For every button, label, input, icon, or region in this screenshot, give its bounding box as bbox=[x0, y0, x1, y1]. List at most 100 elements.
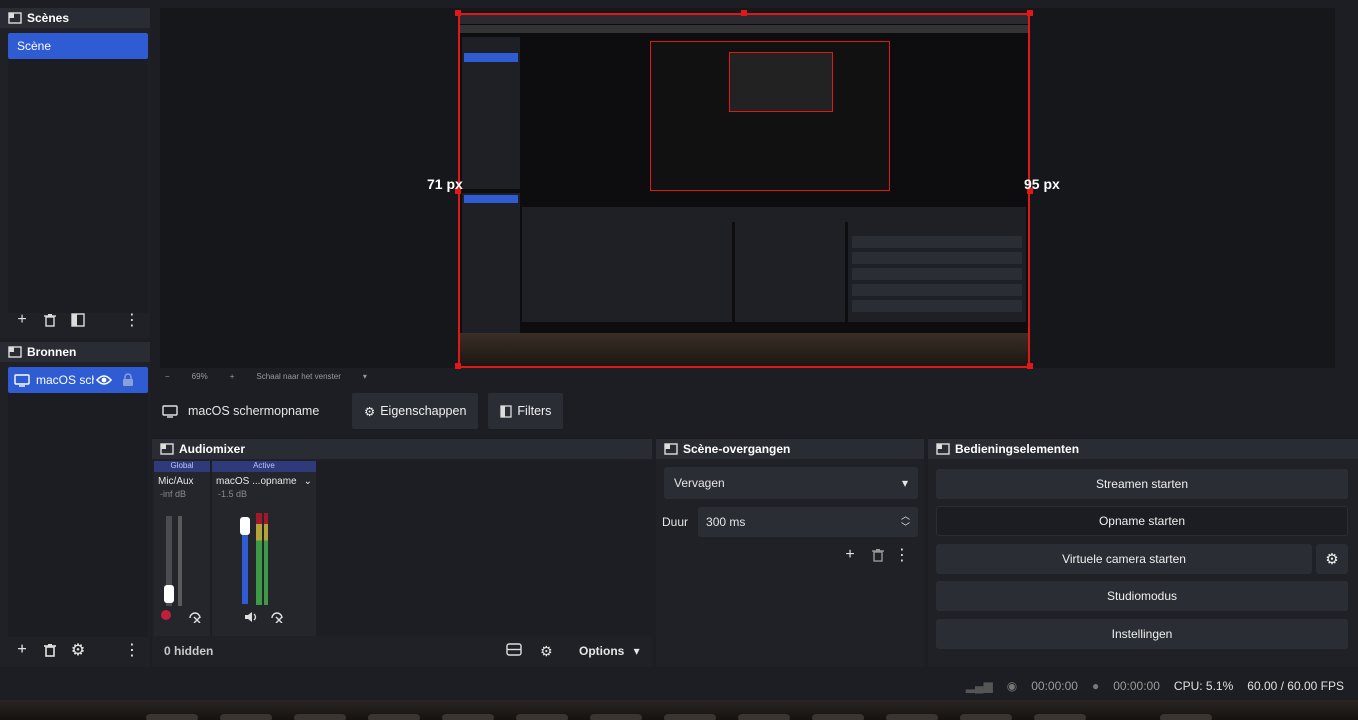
dock-window-icon bbox=[8, 12, 22, 24]
settings-button[interactable]: Instellingen bbox=[936, 619, 1348, 649]
mini-scenes bbox=[462, 37, 520, 189]
mini-btn bbox=[852, 268, 1022, 280]
advanced-audio-icon[interactable]: ⚙ bbox=[540, 643, 553, 660]
dock-app-icon[interactable] bbox=[960, 714, 1012, 720]
audiomixer-footer: 0 hidden ⚙ Options ▾ bbox=[152, 639, 652, 663]
sources-header: Bronnen bbox=[0, 342, 150, 362]
spin-arrows-icon[interactable]: ︿ ﹀ bbox=[901, 511, 910, 533]
channel-db: -inf dB bbox=[160, 489, 187, 499]
filters-button[interactable]: Filters bbox=[488, 393, 564, 429]
sources-title: Bronnen bbox=[27, 345, 77, 359]
controls-title: Bedieningselementen bbox=[955, 442, 1080, 456]
volume-slider-handle[interactable] bbox=[240, 517, 250, 535]
gear-icon: ⚙ bbox=[1325, 551, 1339, 568]
dock-app-icon[interactable] bbox=[220, 714, 272, 720]
controls-header: Bedieningselementen bbox=[928, 439, 1358, 459]
mini-dock bbox=[460, 333, 1028, 366]
layout-icon[interactable] bbox=[506, 643, 522, 659]
scene-item-label: Scène bbox=[17, 39, 52, 53]
channel-name-label: macOS ...opname bbox=[216, 476, 297, 487]
add-icon[interactable]: + bbox=[8, 638, 36, 662]
left-crop-label: 71 px bbox=[427, 176, 463, 192]
options-button[interactable]: Options ▾ bbox=[579, 644, 640, 658]
monitor-off-icon[interactable] bbox=[270, 611, 284, 626]
dock-app-icon[interactable] bbox=[368, 714, 420, 720]
channel-db: -1.5 dB bbox=[218, 489, 248, 499]
dock-app-icon[interactable] bbox=[442, 714, 494, 720]
properties-button[interactable]: ⚙ Eigenschappen bbox=[352, 393, 479, 429]
stream-icon: ◉ bbox=[1006, 679, 1018, 693]
channel-tag: Active bbox=[212, 461, 316, 472]
channel-name[interactable]: macOS ...opname ⌄ bbox=[212, 472, 316, 489]
mini-audiomixer bbox=[522, 222, 732, 322]
studio-mode-button[interactable]: Studiomodus bbox=[936, 581, 1348, 611]
audiomixer-bottom-left-tools: + ⚙ ⋮ bbox=[8, 638, 146, 662]
right-crop-label: 95 px bbox=[1024, 176, 1060, 192]
transition-select[interactable]: Vervagen ▾ bbox=[664, 467, 918, 499]
scene-item[interactable]: Scène bbox=[8, 33, 148, 59]
start-streaming-button[interactable]: Streamen starten bbox=[936, 469, 1348, 499]
mute-icon[interactable] bbox=[160, 609, 172, 621]
dock-app-icon[interactable] bbox=[590, 714, 642, 720]
audiomixer-dock: Audiomixer Global Mic/Aux -inf dB Active… bbox=[152, 439, 652, 667]
volume-slider-handle[interactable] bbox=[164, 585, 174, 603]
preview-canvas[interactable] bbox=[458, 13, 1030, 368]
eye-icon[interactable] bbox=[96, 374, 112, 386]
menu-dots-icon[interactable]: ⋮ bbox=[892, 543, 912, 567]
chevron-down-icon: ⌄ bbox=[303, 476, 312, 487]
add-icon[interactable]: + bbox=[8, 308, 36, 332]
zoom-out-button[interactable]: − bbox=[165, 372, 170, 381]
trash-icon[interactable] bbox=[864, 543, 892, 567]
sources-list[interactable]: macOS sch bbox=[8, 367, 148, 637]
trash-icon[interactable] bbox=[36, 638, 64, 662]
mini-nested-canvas bbox=[729, 52, 833, 112]
controls-dock: Bedieningselementen Streamen starten Opn… bbox=[928, 439, 1358, 667]
dock-app-icon[interactable] bbox=[516, 714, 568, 720]
channel-name[interactable]: Mic/Aux bbox=[154, 472, 210, 489]
filter-icon[interactable] bbox=[64, 308, 92, 332]
fit-to-window[interactable]: Schaal naar het venster bbox=[256, 372, 341, 381]
mini-source-item bbox=[464, 195, 518, 203]
context-source-name: macOS schermopname bbox=[188, 404, 320, 418]
mini-btn bbox=[852, 236, 1022, 248]
dock-app-icon[interactable] bbox=[1160, 714, 1212, 720]
dock-window-icon bbox=[936, 443, 950, 455]
duration-spinbox[interactable]: 300 ms ︿ ﹀ bbox=[698, 507, 918, 537]
zoom-in-button[interactable]: + bbox=[230, 372, 235, 381]
scenes-list[interactable]: Scène bbox=[8, 33, 148, 313]
monitor-icon bbox=[14, 373, 30, 387]
start-recording-button[interactable]: Opname starten bbox=[936, 506, 1348, 536]
monitor-off-icon[interactable] bbox=[188, 611, 202, 626]
dock-app-icon[interactable] bbox=[738, 714, 790, 720]
transitions-header: Scène-overgangen bbox=[656, 439, 924, 459]
dock-app-icon[interactable] bbox=[664, 714, 716, 720]
dock-app-icon[interactable] bbox=[812, 714, 864, 720]
resize-handle[interactable] bbox=[455, 10, 461, 16]
mini-transitions bbox=[735, 222, 845, 322]
dock-app-icon[interactable] bbox=[1034, 714, 1086, 720]
menu-dots-icon[interactable]: ⋮ bbox=[118, 638, 146, 662]
virtual-camera-settings-button[interactable]: ⚙ bbox=[1316, 544, 1348, 574]
start-virtual-camera-button[interactable]: Virtuele camera starten bbox=[936, 544, 1312, 574]
resize-handle[interactable] bbox=[1027, 363, 1033, 369]
chevron-down-icon: ▾ bbox=[901, 476, 908, 490]
record-icon: ● bbox=[1091, 679, 1100, 693]
resize-handle[interactable] bbox=[1027, 10, 1033, 16]
mini-scene-item bbox=[464, 53, 518, 62]
menu-dots-icon[interactable]: ⋮ bbox=[118, 308, 146, 332]
source-item[interactable]: macOS sch bbox=[8, 367, 148, 393]
dock-window-icon bbox=[8, 346, 22, 358]
record-time: 00:00:00 bbox=[1113, 679, 1160, 693]
gear-icon[interactable]: ⚙ bbox=[64, 638, 92, 662]
trash-icon[interactable] bbox=[36, 308, 64, 332]
add-icon[interactable]: + bbox=[836, 543, 864, 567]
source-item-label: macOS sch bbox=[36, 373, 94, 387]
resize-handle[interactable] bbox=[741, 10, 747, 16]
dock-app-icon[interactable] bbox=[886, 714, 938, 720]
chevron-down-icon[interactable]: ▾ bbox=[363, 372, 367, 381]
speaker-icon[interactable] bbox=[244, 611, 260, 626]
lock-icon[interactable] bbox=[122, 373, 134, 387]
dock-app-icon[interactable] bbox=[146, 714, 198, 720]
dock-app-icon[interactable] bbox=[294, 714, 346, 720]
mini-controls bbox=[848, 222, 1026, 322]
